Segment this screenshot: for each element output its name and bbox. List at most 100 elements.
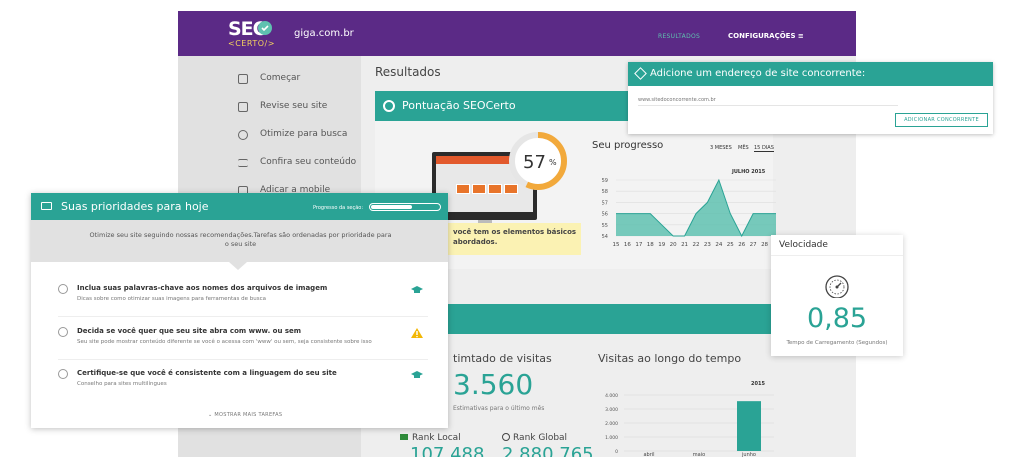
estimated-visits-value: 3.560 [453, 368, 534, 401]
priorities-title: Suas prioridades para hoje [61, 200, 209, 213]
x-tick-label: 19 [658, 242, 665, 248]
y-tick-label: 54 [602, 234, 608, 240]
y-tick-label: 0 [615, 449, 618, 455]
tag-icon [634, 67, 647, 80]
x-tick-label: 26 [738, 242, 745, 248]
y-tick-label: 58 [602, 189, 608, 195]
velocity-value: 0,85 [806, 303, 868, 334]
seocerto-logo[interactable]: SEO <CERTO/> [228, 19, 274, 49]
y-tick-label: 1.000 [605, 435, 618, 441]
add-competitor-button[interactable]: ADICIONAR CONCORRENTE [895, 113, 988, 127]
x-tick-label: 28 [761, 242, 768, 248]
range-month-button[interactable]: MÊS [738, 145, 749, 151]
globe-icon [502, 433, 510, 441]
task-title: Decida se você quer que seu site abra co… [77, 327, 302, 335]
progress-section: Seu progresso 3 MESES MÊS 15 DIAS JULHO … [592, 140, 782, 258]
section-progress-bar [369, 203, 441, 211]
priorities-intro-text: Otimize seu site seguindo nossas recomen… [89, 231, 392, 248]
y-tick-label: 56 [602, 212, 608, 218]
y-tick-label: 57 [602, 200, 608, 206]
square-icon [238, 74, 248, 84]
tools-icon [238, 130, 248, 140]
x-tick-label: junho [741, 452, 756, 457]
score-note: você tem os elementos básicos abordados. [445, 223, 581, 255]
estimated-visits-sub: Estimativas para o último mês [453, 405, 545, 412]
x-tick-label: 15 [613, 242, 620, 248]
nav-settings-link[interactable]: CONFIGURAÇÕES ≡ [728, 32, 804, 40]
section-progress-fill [371, 205, 412, 209]
rank-global-label: Rank Global [502, 433, 567, 443]
competitor-popup: Adicione um endereço de site concorrente… [628, 62, 993, 134]
competitor-url-input[interactable] [638, 94, 898, 106]
score-percent: % [549, 158, 557, 167]
top-bar: SEO <CERTO/> giga.com.br RESULTADOS CONF… [178, 11, 856, 56]
sidebar-item-label: Começar [260, 73, 301, 83]
score-value: 57 [523, 152, 546, 173]
caret-down-icon [229, 262, 247, 270]
y-tick-label: 2.000 [605, 421, 618, 427]
velocity-card: Velocidade 0,85 Tempo de Carregamento (S… [771, 235, 903, 356]
warning-icon [411, 328, 423, 338]
check-circle-icon[interactable] [58, 327, 68, 337]
task-desc: Conselho para sites multilíngues [77, 381, 167, 387]
section-progress-label: Progresso da seção: [313, 205, 364, 211]
x-tick-label: 20 [670, 242, 677, 248]
progress-area [616, 180, 776, 236]
gauge-icon [383, 100, 395, 112]
x-tick-label: 16 [624, 242, 631, 248]
flag-icon [400, 434, 408, 440]
education-icon [411, 286, 423, 293]
sidebar-item-label: Confira seu conteúdo [260, 157, 357, 167]
y-tick-label: 59 [602, 178, 608, 184]
task-desc: Dicas sobre como otimizar suas imagens p… [77, 296, 266, 302]
sidebar-item-label: Otimize para busca [260, 129, 348, 139]
progress-chart: 59 58 57 56 55 54 15 16 17 18 19 20 21 22 23 24 25 26 27 28… [602, 178, 780, 248]
priorities-panel: Suas prioridades para hoje Progresso da … [31, 193, 448, 428]
progress-title: Seu progresso [592, 140, 664, 151]
task-item[interactable]: Inclua suas palavras-chave aos nomes dos… [58, 283, 428, 317]
task-title: Inclua suas palavras-chave aos nomes dos… [77, 284, 328, 292]
task-desc: Seu site pode mostrar conteúdo diferente… [77, 339, 372, 345]
task-item[interactable]: Certifique-se que você é consistente com… [58, 368, 428, 402]
x-tick-label: 21 [681, 242, 688, 248]
range-15-days-button[interactable]: 15 DIAS [754, 145, 774, 152]
x-tick-label: 23 [704, 242, 711, 248]
score-note-text: você tem os elementos básicos abordados. [453, 228, 577, 246]
priorities-header: Suas prioridades para hoje Progresso da … [31, 193, 448, 220]
monitor-block [488, 184, 502, 194]
x-tick-label: abril [643, 452, 654, 457]
bar [737, 401, 761, 451]
check-circle-icon[interactable] [58, 284, 68, 294]
x-tick-label: 22 [693, 242, 700, 248]
sidebar-item-label: Revise seu site [260, 101, 328, 111]
nav-results-link[interactable]: RESULTADOS [658, 33, 700, 40]
x-tick-label: 27 [750, 242, 757, 248]
x-tick-label: 24 [715, 242, 722, 248]
site-domain[interactable]: giga.com.br [294, 28, 354, 39]
page-title: Resultados [375, 65, 441, 79]
visits-over-time-title: Visitas ao longo do tempo [598, 352, 742, 365]
rank-global-text: Rank Global [513, 433, 568, 443]
check-icon [258, 21, 272, 35]
rank-local-value: 107.488 [410, 444, 485, 457]
visits-year-label: 2015 [751, 381, 765, 387]
visits-chart: 2015 4.000 3.000 2.000 1.000 0 abril maio junho [598, 375, 778, 457]
logo-sub: <CERTO/> [228, 39, 275, 48]
check-circle-icon[interactable] [58, 369, 68, 379]
task-title: Certifique-se que você é consistente com… [77, 369, 337, 377]
monitor-block [472, 184, 486, 194]
velocity-title: Velocidade [779, 240, 828, 250]
mail-icon [41, 202, 52, 210]
list-icon [238, 159, 248, 167]
monitor-icon [238, 102, 248, 112]
estimated-visits-label: timtado de visitas [453, 352, 552, 365]
divider [771, 255, 903, 256]
monitor-block [456, 184, 470, 194]
rank-global-value: 2.880.765 [502, 444, 594, 457]
velocity-sub: Tempo de Carregamento (Segundos) [786, 340, 888, 346]
show-more-tasks-link[interactable]: ⌄ MOSTRAR MAIS TAREFAS [208, 412, 282, 418]
competitor-header: Adicione um endereço de site concorrente… [628, 62, 993, 86]
range-3-months-button[interactable]: 3 MESES [710, 145, 732, 151]
task-item[interactable]: Decida se você quer que seu site abra co… [58, 326, 428, 360]
x-tick-label: maio [693, 452, 705, 457]
